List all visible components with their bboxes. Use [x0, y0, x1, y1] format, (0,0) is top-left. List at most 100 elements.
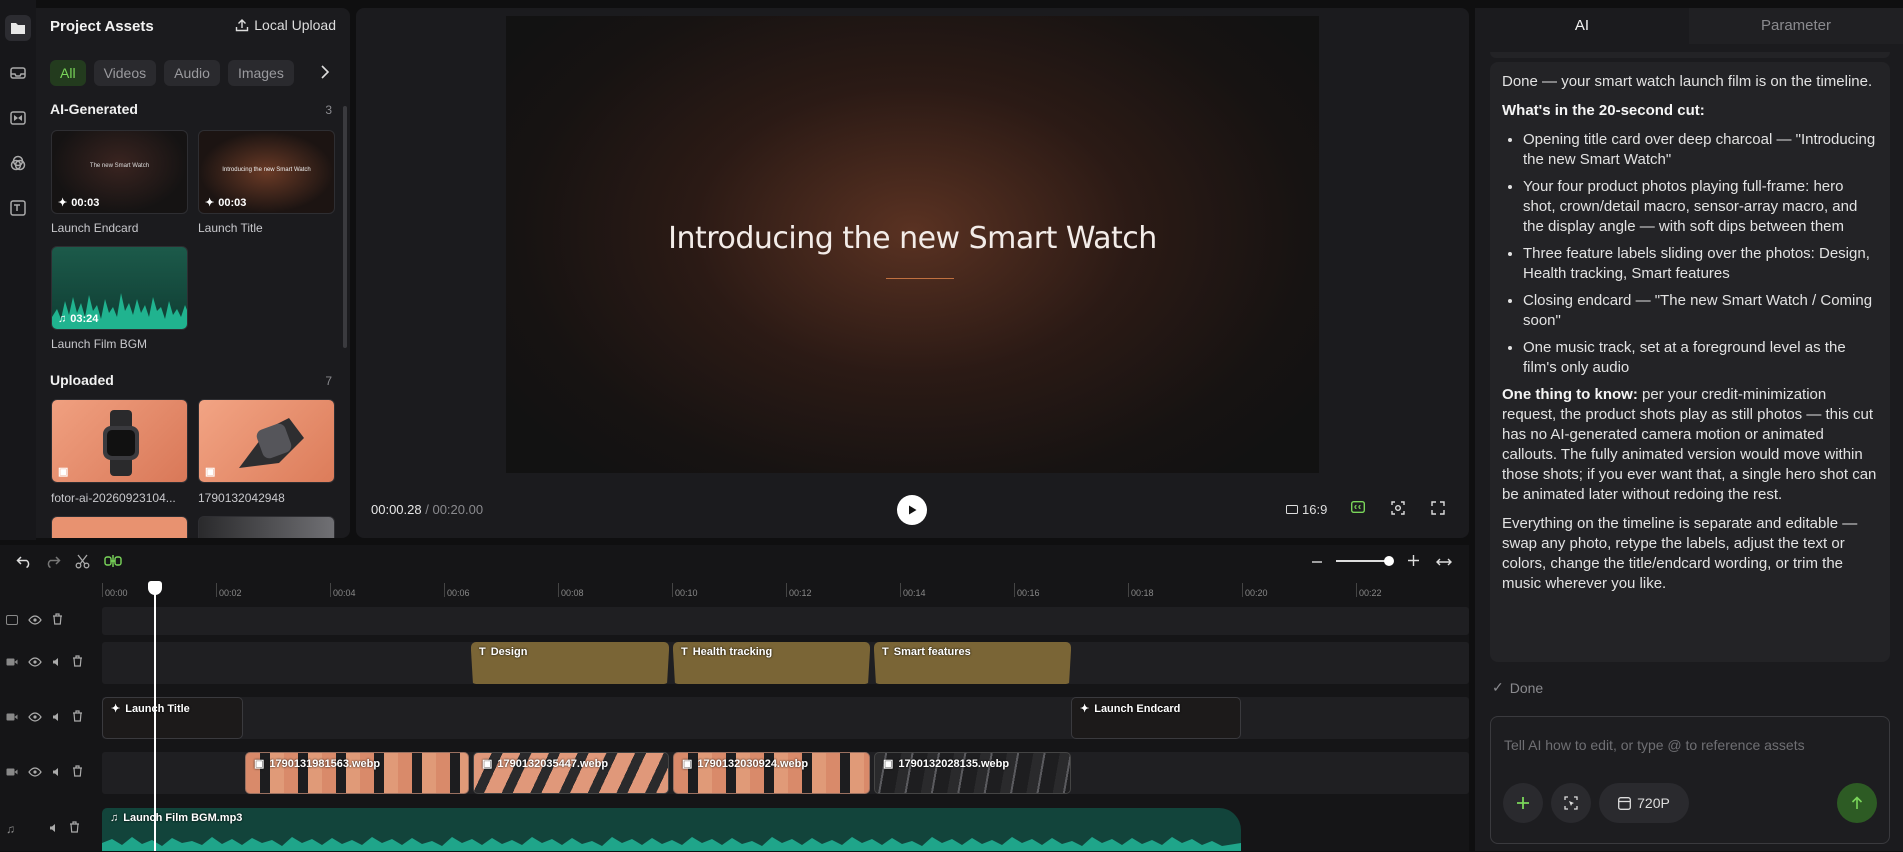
- ai-prompt-input[interactable]: Tell AI how to edit, or type @ to refere…: [1490, 716, 1890, 844]
- text-clip-design[interactable]: T Design: [471, 642, 669, 684]
- video-track-icon: [6, 654, 18, 672]
- ai-message: Done — your smart watch launch film is o…: [1490, 62, 1890, 662]
- play-button[interactable]: [897, 495, 927, 525]
- bullet-item: Opening title card over deep charcoal — …: [1523, 130, 1878, 170]
- text-glyph-icon: T: [681, 646, 688, 658]
- playhead[interactable]: [154, 581, 156, 851]
- chevron-right-icon[interactable]: [320, 65, 330, 84]
- play-icon: [909, 505, 917, 515]
- zoom-slider-track[interactable]: [1336, 560, 1391, 562]
- aspect-label: 16:9: [1302, 502, 1328, 517]
- transition-icon[interactable]: [5, 105, 31, 131]
- ai-generated-count: 3: [325, 103, 332, 117]
- track-header: [0, 605, 100, 637]
- trash-icon[interactable]: [72, 654, 83, 672]
- split-link-icon[interactable]: [104, 554, 122, 573]
- trash-icon[interactable]: [72, 709, 83, 727]
- asset-launch-endcard[interactable]: The new Smart Watch ✦ 00:03: [51, 130, 188, 214]
- fit-width-icon[interactable]: [1436, 555, 1452, 573]
- select-area-button[interactable]: [1551, 783, 1591, 823]
- undo-icon[interactable]: [16, 554, 32, 573]
- eye-icon[interactable]: [28, 709, 42, 727]
- send-button[interactable]: [1837, 783, 1877, 823]
- bullet-item: Three feature labels sliding over the ph…: [1523, 244, 1878, 284]
- image-clip[interactable]: ▣ 1790131981563.webp: [245, 752, 469, 794]
- tab-ai[interactable]: AI: [1475, 8, 1689, 44]
- audio-clip-bgm[interactable]: ♫ Launch Film BGM.mp3: [102, 808, 1241, 851]
- duration-badge: ♫ 03:24: [58, 313, 99, 325]
- trash-icon[interactable]: [52, 612, 63, 630]
- local-upload-button[interactable]: Local Upload: [235, 17, 336, 33]
- message-note-label: One thing to know:: [1502, 386, 1638, 403]
- ruler-tick: 00:08: [558, 583, 584, 598]
- asset-uploaded-photo-1[interactable]: ▣: [51, 399, 188, 483]
- music-note-icon: ♫: [110, 812, 119, 824]
- inbox-icon[interactable]: [5, 60, 31, 86]
- text-clip-smart-features[interactable]: T Smart features: [874, 642, 1071, 684]
- zoom-in-icon[interactable]: [1407, 554, 1420, 572]
- filter-audio[interactable]: Audio: [164, 60, 220, 86]
- zoom-slider-handle[interactable]: [1384, 556, 1394, 566]
- speaker-icon[interactable]: [52, 764, 62, 782]
- text-clip-health-tracking[interactable]: T Health tracking: [673, 642, 870, 684]
- ruler-tick: 00:00: [102, 583, 128, 598]
- total-time: / 00:20.00: [425, 502, 484, 517]
- watch-graphic: [103, 410, 139, 476]
- eye-icon[interactable]: [28, 764, 42, 782]
- clip-launch-endcard[interactable]: ✦ Launch Endcard: [1071, 697, 1241, 739]
- image-clip[interactable]: ▣ 1790132030924.webp: [673, 752, 870, 794]
- filter-all[interactable]: All: [50, 60, 86, 86]
- assets-scrollbar[interactable]: [343, 106, 347, 348]
- eye-icon[interactable]: [28, 612, 42, 630]
- aspect-ratio-button[interactable]: 16:9: [1286, 502, 1327, 517]
- audio-waveform: [102, 837, 1241, 851]
- crop-select-icon: [1564, 796, 1578, 810]
- text-to-image-icon[interactable]: [5, 195, 31, 221]
- tab-parameter[interactable]: Parameter: [1689, 8, 1903, 44]
- eye-icon[interactable]: [28, 654, 42, 672]
- title-track: ✦ Launch Title ✦ Launch Endcard: [0, 695, 1469, 741]
- prompt-placeholder: Tell AI how to edit, or type @ to refere…: [1504, 737, 1805, 753]
- speaker-icon[interactable]: [52, 654, 62, 672]
- filter-images[interactable]: Images: [227, 60, 294, 86]
- duration-badge: ✦ 00:03: [58, 196, 100, 210]
- trash-icon[interactable]: [69, 820, 80, 838]
- zoom-out-icon[interactable]: [1311, 555, 1323, 573]
- image-clip[interactable]: ▣ 1790132028135.webp: [874, 752, 1071, 794]
- filter-videos[interactable]: Videos: [93, 60, 157, 86]
- preview-canvas[interactable]: Introducing the new Smart Watch: [506, 16, 1319, 473]
- asset-launch-film-bgm[interactable]: ♫ 03:24: [51, 246, 188, 330]
- preview-headline: Introducing the new Smart Watch: [668, 221, 1157, 256]
- speaker-icon[interactable]: [52, 709, 62, 727]
- effects-icon[interactable]: [5, 150, 31, 176]
- text-track: T Design T Health tracking T Smart features: [0, 640, 1469, 686]
- folder-icon[interactable]: [5, 15, 31, 41]
- trash-icon[interactable]: [72, 764, 83, 782]
- scissors-icon[interactable]: [75, 554, 90, 574]
- local-upload-label: Local Upload: [254, 17, 336, 33]
- asset-uploaded-photo-3[interactable]: [51, 516, 188, 538]
- asset-launch-title[interactable]: Introducing the new Smart Watch ✦ 00:03: [198, 130, 335, 214]
- captions-icon[interactable]: [1350, 500, 1366, 516]
- playhead-handle[interactable]: [148, 581, 162, 595]
- snapshot-icon[interactable]: [1391, 501, 1405, 518]
- speaker-icon[interactable]: [49, 820, 59, 838]
- clip-launch-title[interactable]: ✦ Launch Title: [102, 697, 243, 739]
- left-rail: [0, 0, 36, 540]
- add-button[interactable]: [1503, 783, 1543, 823]
- message-note-text: per your credit-minimization request, th…: [1502, 386, 1877, 503]
- redo-icon[interactable]: [45, 554, 61, 573]
- ruler-tick: 00:20: [1242, 583, 1268, 598]
- asset-label: Launch Title: [198, 221, 263, 235]
- image-clip[interactable]: ▣ 1790132035447.webp: [473, 752, 669, 794]
- time-ruler[interactable]: 00:00 00:02 00:04 00:06 00:08 00:10 00:1…: [102, 583, 1469, 605]
- fullscreen-icon[interactable]: [1431, 501, 1445, 518]
- asset-uploaded-photo-4[interactable]: [198, 516, 335, 538]
- status-done: ✓ Done: [1492, 679, 1543, 696]
- caption-lane[interactable]: [102, 607, 1469, 635]
- bullet-item: One music track, set at a foreground lev…: [1523, 338, 1878, 378]
- image-track: ▣ 1790131981563.webp ▣ 1790132035447.webp …: [0, 750, 1469, 796]
- timeline-panel: 00:00 00:02 00:04 00:06 00:08 00:10 00:1…: [0, 545, 1469, 851]
- resolution-button[interactable]: 720P: [1599, 783, 1689, 823]
- asset-uploaded-photo-2[interactable]: ▣: [198, 399, 335, 483]
